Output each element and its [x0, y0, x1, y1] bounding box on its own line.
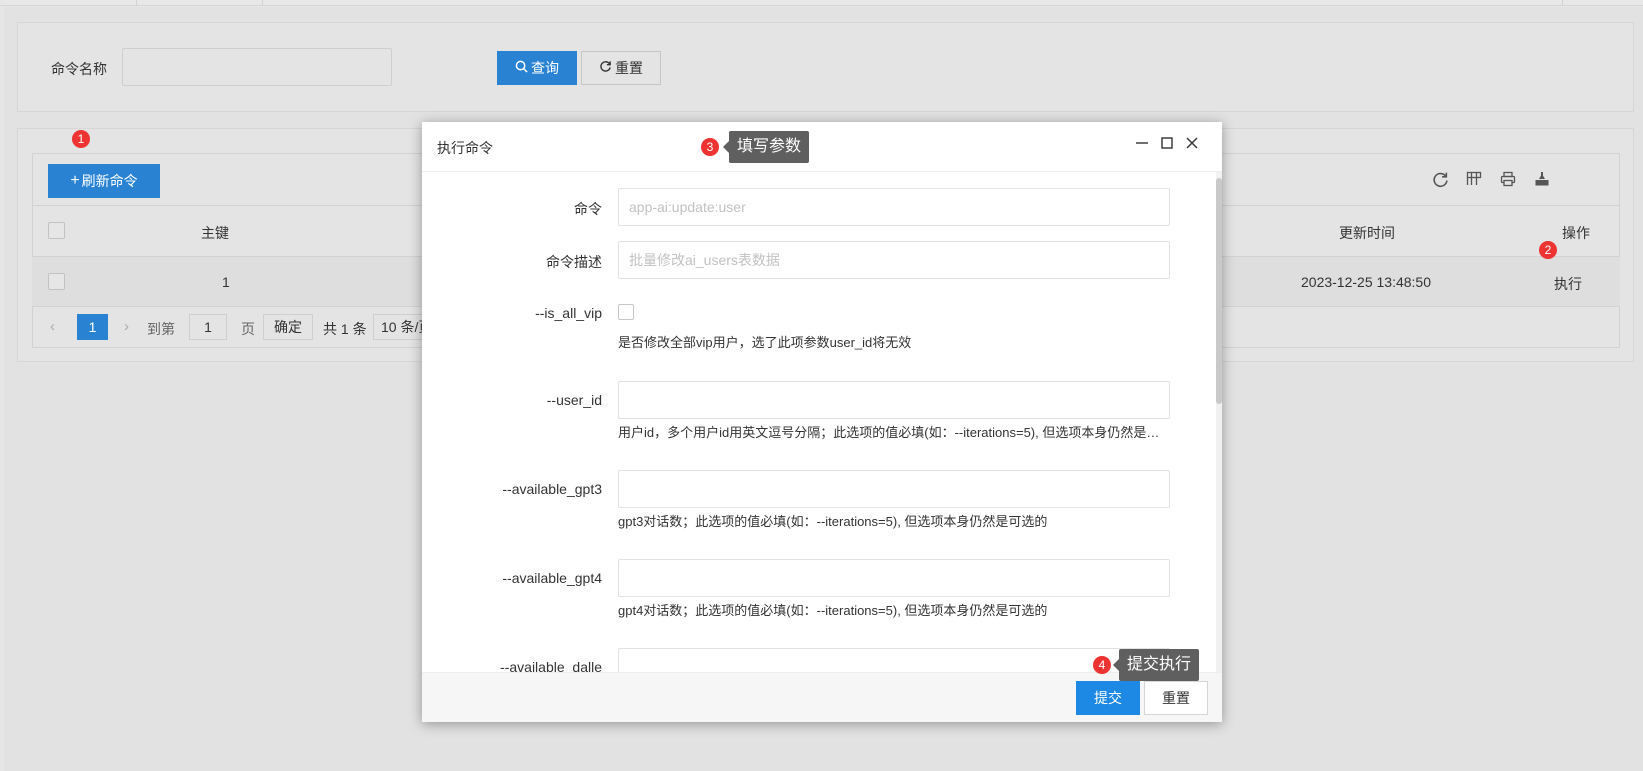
column-header-action: 操作 [1562, 225, 1590, 241]
is-all-vip-label: --is_all_vip [535, 305, 602, 321]
submit-exec-tooltip: 提交执行 [1112, 649, 1200, 681]
total-count: 共 1 条 [323, 321, 367, 337]
column-header-updated-at: 更新时间 [1339, 225, 1395, 241]
goto-confirm-button[interactable]: 确定 [263, 314, 313, 340]
step-badge-1: 1 [72, 130, 90, 148]
cell-id: 1 [222, 274, 230, 290]
dialog-body: 命令 app-ai:update:user 命令描述 批量修改ai_users表… [422, 172, 1222, 672]
user-id-label: --user_id [546, 392, 602, 408]
user-id-input[interactable] [618, 381, 1170, 419]
refresh-icon[interactable] [1430, 171, 1450, 191]
refresh-command-button[interactable]: + 刷新命令 [48, 164, 160, 198]
page-unit-label: 页 [241, 321, 255, 337]
query-button-label: 查询 [531, 60, 559, 76]
is-all-vip-help: 是否修改全部vip用户，选了此项参数user_id将无效 [618, 335, 912, 350]
search-icon [515, 60, 528, 76]
cell-updated-at: 2023-12-25 13:48:50 [1301, 274, 1431, 290]
execute-link[interactable]: 执行 [1554, 274, 1582, 294]
command-name-label: 命令名称 [51, 61, 107, 77]
is-all-vip-checkbox[interactable] [618, 304, 634, 320]
command-description-label: 命令描述 [546, 254, 602, 270]
next-page-icon[interactable]: › [124, 318, 129, 335]
maximize-icon[interactable] [1157, 135, 1177, 155]
print-icon[interactable] [1498, 171, 1518, 191]
dialog-title: 执行命令 [437, 140, 493, 156]
available-gpt4-input[interactable] [618, 559, 1170, 597]
search-card: 命令名称 查询 重置 [17, 22, 1634, 112]
available-dalle-input[interactable] [618, 648, 1170, 672]
refresh-icon [599, 60, 612, 76]
goto-label: 到第 [147, 321, 175, 337]
available-dalle-label: --available_dalle [500, 659, 602, 672]
goto-page-input[interactable]: 1 [189, 314, 227, 340]
available-gpt4-label: --available_gpt4 [502, 570, 602, 586]
dialog-footer: 提交 重置 [422, 672, 1222, 722]
available-gpt3-label: --available_gpt3 [502, 481, 602, 497]
command-description-input[interactable]: 批量修改ai_users表数据 [618, 241, 1170, 279]
query-button[interactable]: 查询 [497, 51, 577, 85]
command-name-input[interactable] [122, 48, 392, 86]
minimize-icon[interactable] [1132, 135, 1152, 155]
command-input[interactable]: app-ai:update:user [618, 188, 1170, 226]
refresh-command-label: 刷新命令 [81, 173, 138, 189]
columns-icon[interactable] [1464, 171, 1484, 191]
reset-form-button[interactable]: 重置 [1144, 681, 1208, 715]
command-label: 命令 [574, 201, 602, 217]
available-gpt3-help: gpt3对话数；此选项的值必填(如：--iterations=5), 但选项本身… [618, 514, 1048, 529]
reset-search-button[interactable]: 重置 [581, 51, 661, 85]
close-icon[interactable] [1182, 135, 1202, 155]
dialog-scrollbar-thumb[interactable] [1216, 178, 1222, 404]
user-id-help: 用户id，多个用户id用英文逗号分隔；此选项的值必填(如：--iteration… [618, 425, 1163, 440]
submit-button[interactable]: 提交 [1076, 681, 1140, 715]
available-gpt3-input[interactable] [618, 470, 1170, 508]
plus-icon: + [70, 172, 80, 189]
step-badge-2: 2 [1539, 241, 1557, 259]
step-badge-4: 4 [1093, 656, 1111, 674]
row-checkbox[interactable] [48, 273, 65, 290]
export-icon[interactable] [1532, 171, 1552, 191]
dialog-header: 执行命令 [422, 122, 1222, 172]
execute-command-dialog: 执行命令 命令 app-ai:update:user 命令描述 批量修改ai_u… [422, 122, 1222, 722]
prev-page-icon[interactable]: ‹ [50, 318, 55, 335]
select-all-checkbox[interactable] [48, 222, 65, 239]
step-badge-3: 3 [701, 138, 719, 156]
current-page[interactable]: 1 [77, 314, 108, 340]
available-gpt4-help: gpt4对话数；此选项的值必填(如：--iterations=5), 但选项本身… [618, 603, 1048, 618]
fill-params-tooltip: 填写参数 [722, 131, 810, 163]
reset-search-button-label: 重置 [615, 60, 643, 76]
top-tab-bar [0, 0, 1643, 6]
column-header-id: 主键 [201, 225, 229, 241]
